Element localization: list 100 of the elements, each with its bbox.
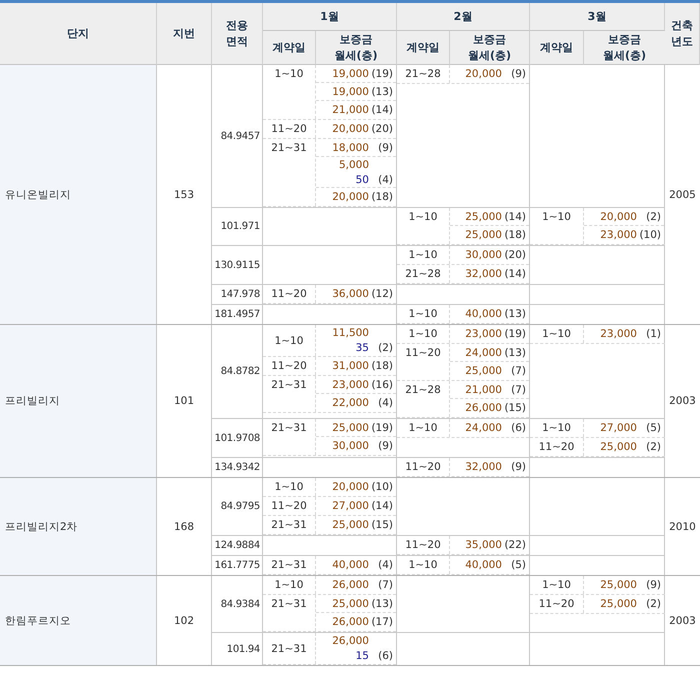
column-header: 보증금 월세(층) [316, 31, 397, 65]
deposit-amount: 25,000 [599, 579, 637, 591]
build-year: 2003 [668, 614, 697, 628]
deposit-amount: 30,000 [331, 440, 369, 452]
contract-date: 21~31 [271, 518, 307, 533]
complex-name: 유니온빌리지 [0, 65, 157, 324]
contract-date: 11~20 [271, 287, 307, 302]
floor-number: (18) [503, 229, 526, 241]
floor-number: (4) [377, 397, 393, 409]
contract-date: 1~10 [274, 480, 304, 495]
floor-number: (9) [377, 440, 393, 452]
deposit-amount: 25,000 [331, 519, 369, 531]
contract-date: 11~20 [538, 440, 574, 455]
contract-date: 1~10 [542, 210, 571, 225]
column-header: 1월 [263, 3, 397, 31]
contract-date: 11~20 [405, 538, 441, 553]
contract-date: 1~10 [274, 67, 304, 82]
column-header: 보증금 월세(층) [450, 31, 530, 65]
floor-number: (14) [503, 268, 526, 280]
build-year: 2010 [668, 520, 697, 534]
contract-date: 1~10 [542, 327, 571, 342]
monthly-rent: 15 [354, 650, 369, 662]
floor-number: (10) [370, 481, 393, 493]
floor-number: (13) [503, 308, 526, 320]
deposit-amount: 11,500 [331, 326, 369, 339]
contract-date: 21~31 [271, 141, 307, 156]
deposit-amount: 24,000 [464, 346, 502, 358]
deposit-amount: 19,000 [331, 86, 369, 98]
floor-number: (10) [638, 229, 661, 241]
deposit-amount: 25,000 [464, 210, 502, 222]
floor-number: (9) [510, 461, 526, 473]
deposit-amount: 20,000 [331, 191, 369, 203]
deposit-amount: 31,000 [331, 360, 369, 372]
floor-number: (15) [370, 519, 393, 531]
floor-number: (14) [370, 104, 393, 116]
floor-number: (15) [503, 402, 526, 414]
build-year: 2005 [668, 188, 697, 202]
complex-name: 프리빌리지 [0, 325, 157, 477]
monthly-rent: 50 [354, 174, 369, 186]
column-header: 2월 [397, 3, 530, 31]
deposit-amount: 25,000 [464, 365, 502, 377]
deposit-amount: 26,000 [331, 616, 369, 628]
deposit-amount: 35,000 [464, 539, 502, 551]
deposit-amount: 23,000 [599, 229, 637, 241]
contract-date: 1~10 [274, 334, 304, 348]
deposit-amount: 32,000 [464, 268, 502, 280]
contract-date: 21~31 [271, 558, 307, 573]
floor-number: (9) [510, 68, 526, 80]
deposit-amount: 19,000 [331, 68, 369, 80]
contract-date: 21~31 [271, 421, 307, 436]
column-header: 지번 [157, 3, 212, 65]
area-value: 101.9708 [212, 419, 263, 457]
contract-date: 1~10 [408, 421, 438, 436]
deposit-amount: 25,000 [331, 422, 369, 434]
contract-date: 11~20 [405, 460, 441, 475]
floor-number: (7) [510, 384, 526, 396]
floor-number: (4) [377, 559, 393, 571]
deposit-amount: 25,000 [464, 229, 502, 241]
deposit-amount: 30,000 [464, 249, 502, 261]
floor-number: (16) [370, 378, 393, 390]
column-header: 계약일 [397, 31, 450, 65]
floor-number: (7) [510, 365, 526, 377]
column-header: 계약일 [530, 31, 584, 65]
area-value: 134.9342 [212, 458, 263, 477]
deposit-amount: 25,000 [331, 598, 369, 610]
deposit-amount: 22,000 [331, 397, 369, 409]
floor-number: (20) [370, 123, 393, 135]
area-value: 147.978 [212, 285, 263, 304]
deposit-amount: 40,000 [331, 559, 369, 571]
lot-number: 168 [157, 478, 212, 575]
deposit-amount: 5,000 [338, 158, 369, 170]
area-value: 84.9457 [212, 65, 263, 207]
floor-number: (20) [503, 249, 526, 261]
floor-number: (19) [370, 68, 393, 80]
contract-date: 11~20 [405, 346, 441, 361]
lot-number: 153 [157, 65, 212, 324]
area-value: 124.9884 [212, 536, 263, 555]
area-value: 84.9795 [212, 478, 263, 535]
deposit-amount: 27,000 [331, 500, 369, 512]
deposit-amount: 23,000 [599, 328, 637, 340]
floor-number: (7) [377, 579, 393, 591]
floor-number: (13) [503, 346, 526, 358]
monthly-rent: 35 [354, 342, 369, 354]
area-value: 181.4957 [212, 305, 263, 324]
floor-number: (22) [503, 539, 526, 551]
deposit-amount: 26,000 [464, 402, 502, 414]
contract-date: 11~20 [538, 597, 574, 612]
floor-number: (5) [510, 559, 526, 571]
floor-number: (1) [645, 328, 661, 340]
deposit-amount: 32,000 [464, 461, 502, 473]
floor-number: (5) [645, 422, 661, 434]
contract-date: 1~10 [408, 307, 438, 322]
deposit-amount: 36,000 [331, 288, 369, 300]
build-year: 2003 [668, 394, 697, 409]
floor-number: (2) [645, 210, 661, 222]
contract-date: 11~20 [271, 359, 307, 374]
column-header: 전용면적 [212, 3, 263, 65]
contract-date: 21~31 [271, 597, 307, 612]
lot-number: 101 [157, 325, 212, 477]
deposit-amount: 24,000 [464, 422, 502, 434]
